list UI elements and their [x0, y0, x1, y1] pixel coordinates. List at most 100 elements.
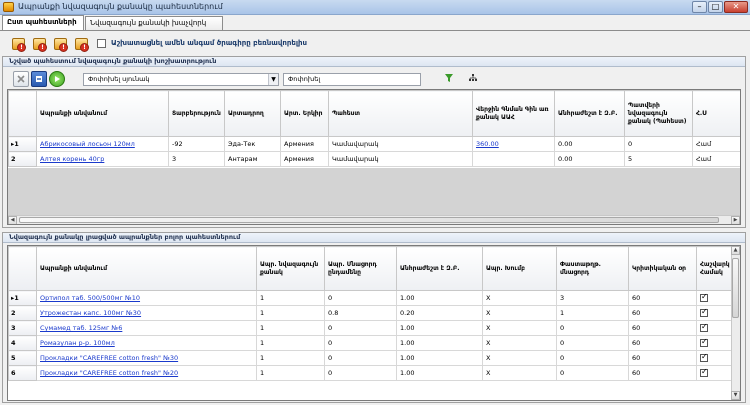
column-header-last-price[interactable]: Վերջին Գնման Գին առ քանակ ԱԱՀ	[472, 90, 555, 137]
scroll-thumb[interactable]	[732, 258, 739, 318]
product-link[interactable]: Утрожестан капс. 100мг №30	[40, 309, 141, 317]
tab-min-quantity-crossview[interactable]: Նվազագույն քանակի խաչվորկ	[85, 16, 223, 30]
column-chooser-select[interactable]: Փոփոխել սյունակ ▼	[83, 73, 279, 86]
column-header-critical-days[interactable]: Կրիտիկական օր	[628, 246, 697, 291]
minimize-button[interactable]: –	[692, 1, 707, 13]
toolbar-button-3[interactable]: !	[52, 36, 69, 52]
product-link[interactable]: Прокладки "CAREFREE cotton fresh" №20	[40, 369, 178, 377]
lower-grid: Ապրանքի անվանում Ապր. նվազագույն քանակ Ա…	[7, 245, 741, 401]
calculated-checkbox[interactable]	[700, 308, 708, 317]
column-header-name[interactable]: Ապրանքի անվանում	[36, 90, 169, 137]
column-header-difference[interactable]: Տարբերություն	[168, 90, 225, 137]
price-cell[interactable]: 360.00	[472, 136, 555, 152]
row-number[interactable]: 4	[8, 335, 37, 351]
product-link[interactable]: Ромазулан р-р. 100мл	[40, 339, 115, 347]
scroll-left-icon[interactable]: ◀	[8, 216, 17, 224]
calculated-checkbox[interactable]	[700, 293, 708, 302]
upper-toolbar: Փոփոխել սյունակ ▼ Փոփոխել	[7, 70, 737, 88]
column-header-warehouse[interactable]: Պահեստ	[328, 90, 473, 137]
needed-cell: 0.00	[554, 151, 625, 167]
product-name-cell[interactable]: Абрикосовый лосьон 120мл	[36, 136, 169, 152]
filter-button[interactable]	[442, 71, 458, 87]
scroll-up-icon[interactable]: ▲	[731, 246, 740, 255]
product-name-cell[interactable]: Прокладки "CAREFREE cotton fresh" №30	[36, 350, 257, 366]
maximize-button[interactable]: □	[708, 1, 723, 13]
difference-cell: 3	[168, 151, 225, 167]
clear-button[interactable]	[13, 71, 29, 87]
row-number[interactable]: 2	[8, 305, 37, 321]
calculated-checkbox[interactable]	[700, 323, 708, 332]
table-row[interactable]: 3 Сумамед таб. 125мг №6 1 0 1.00 X 0 60	[8, 320, 740, 336]
column-header-needed[interactable]: Անհրաժեշտ է Զ.Բ.	[554, 90, 625, 137]
column-header-needed[interactable]: Անհրաժեշտ է Զ.Բ.	[396, 246, 483, 291]
filter-select[interactable]: Փոփոխել	[283, 73, 421, 86]
last-cell: Համ	[692, 151, 740, 167]
product-name-cell[interactable]: Ортипол таб. 500/500мг №10	[36, 290, 257, 306]
table-row[interactable]: 4 Ромазулан р-р. 100мл 1 0 1.00 X 0 60	[8, 335, 740, 351]
table-row[interactable]: 2 Алтея корень 40гр 3 Антарам Армения Կա…	[8, 151, 740, 167]
calculated-checkbox[interactable]	[700, 368, 708, 377]
product-link[interactable]: Абрикосовый лосьон 120мл	[40, 140, 135, 148]
table-row[interactable]: 2 Утрожестан капс. 100мг №30 1 0.8 0.20 …	[8, 305, 740, 321]
alert-badge-icon: !	[80, 43, 89, 52]
product-link[interactable]: Прокладки "CAREFREE cotton fresh" №30	[40, 354, 178, 362]
min-order-cell: 0	[624, 136, 693, 152]
scroll-thumb[interactable]	[19, 217, 719, 223]
refresh-button[interactable]	[49, 71, 65, 87]
column-header-name[interactable]: Ապրանքի անվանում	[36, 246, 257, 291]
row-number[interactable]: ▸1	[8, 136, 37, 152]
lower-vertical-scrollbar[interactable]: ▲ ▼	[731, 246, 740, 400]
price-link[interactable]: 360.00	[476, 140, 499, 148]
table-row[interactable]: 6 Прокладки "CAREFREE cotton fresh" №20 …	[8, 365, 740, 381]
window-title: Ապրանքի նվազագույն քանակը պահեստներում	[18, 2, 223, 11]
empty-grid-area	[8, 168, 740, 215]
row-number[interactable]: 5	[8, 350, 37, 366]
product-name-cell[interactable]: Прокладки "CAREFREE cotton fresh" №20	[36, 365, 257, 381]
product-name-cell[interactable]: Сумамед таб. 125мг №6	[36, 320, 257, 336]
group-cell: X	[482, 320, 557, 336]
upper-horizontal-scrollbar[interactable]: ◀ ▶	[8, 215, 740, 224]
warehouse-cell: Կամավարակ	[328, 136, 473, 152]
column-header-min-qty[interactable]: Ապր. նվազագույն քանակ	[256, 246, 325, 291]
table-row[interactable]: ▸1 Ортипол таб. 500/500мг №10 1 0 1.00 X…	[8, 290, 740, 306]
hierarchy-button[interactable]	[466, 71, 482, 87]
row-number[interactable]: 6	[8, 365, 37, 381]
autorun-checkbox[interactable]	[97, 39, 106, 48]
column-header-manufacturer[interactable]: Արտադրող	[224, 90, 281, 137]
product-name-cell[interactable]: Утрожестан капс. 100мг №30	[36, 305, 257, 321]
doc-rest-cell: 0	[556, 320, 629, 336]
row-number[interactable]: 3	[8, 320, 37, 336]
column-header-rest-total[interactable]: Ապր. Մնացորդ ընդամենը	[324, 246, 397, 291]
calculated-checkbox[interactable]	[700, 353, 708, 362]
needed-cell: 0.20	[396, 305, 483, 321]
product-link[interactable]: Сумамед таб. 125мг №6	[40, 324, 122, 332]
calculated-checkbox[interactable]	[700, 338, 708, 347]
group-cell: X	[482, 335, 557, 351]
alert-badge-icon: !	[38, 43, 47, 52]
product-name-cell[interactable]: Алтея корень 40гр	[36, 151, 169, 167]
toolbar-button-1[interactable]: !	[10, 36, 27, 52]
toolbar-button-4[interactable]: !	[73, 36, 90, 52]
upper-grid: Ապրանքի անվանում Տարբերություն Արտադրող …	[7, 89, 741, 225]
close-button[interactable]: ✕	[724, 1, 748, 13]
product-name-cell[interactable]: Ромазулан р-р. 100мл	[36, 335, 257, 351]
column-header-country[interactable]: Արտ. Երկիր	[280, 90, 329, 137]
table-row[interactable]: 5 Прокладки "CAREFREE cotton fresh" №30 …	[8, 350, 740, 366]
product-link[interactable]: Ортипол таб. 500/500мг №10	[40, 294, 140, 302]
scroll-right-icon[interactable]: ▶	[731, 216, 740, 224]
country-cell: Армения	[280, 136, 329, 152]
column-header-last[interactable]: Հ.Ս	[692, 90, 740, 137]
column-header-min-order[interactable]: Պատվերի նվազագույն քանակ (Պահեստ)	[624, 90, 693, 137]
row-number[interactable]: 2	[8, 151, 37, 167]
column-header-doc-rest[interactable]: Փաստաթղթ. մնացորդ	[556, 246, 629, 291]
toolbar-button-2[interactable]: !	[31, 36, 48, 52]
column-header-group[interactable]: Ապր. Խումբ	[482, 246, 557, 291]
needed-cell: 1.00	[396, 365, 483, 381]
row-number[interactable]: ▸1	[8, 290, 37, 306]
critical-days-cell: 60	[628, 350, 697, 366]
scroll-down-icon[interactable]: ▼	[731, 391, 740, 400]
export-button[interactable]	[31, 71, 47, 87]
product-link[interactable]: Алтея корень 40гр	[40, 155, 104, 163]
table-row[interactable]: ▸1 Абрикосовый лосьон 120мл -92 Эда-Тек …	[8, 136, 740, 152]
tab-by-warehouses[interactable]: Ըստ պահեստների	[2, 15, 84, 30]
